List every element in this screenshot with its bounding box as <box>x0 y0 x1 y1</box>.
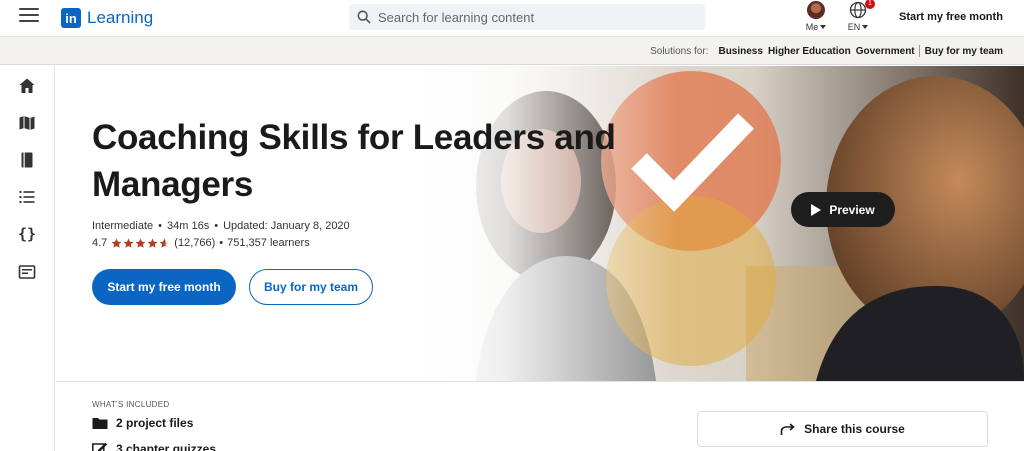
start-free-month-button[interactable]: Start my free month <box>92 269 236 305</box>
certificate-icon[interactable] <box>17 262 37 282</box>
list-icon[interactable] <box>17 187 37 207</box>
folder-icon <box>92 418 108 429</box>
rating-count: (12,766) <box>174 237 216 249</box>
course-title: Coaching Skills for Leaders and Managers <box>92 118 616 204</box>
preview-label: Preview <box>829 202 875 217</box>
left-sidebar: {} <box>0 66 55 451</box>
me-menu[interactable]: Me <box>803 1 829 32</box>
star-icon <box>111 238 122 248</box>
course-level: Intermediate <box>92 220 154 232</box>
solutions-business-link[interactable]: Business <box>718 46 762 57</box>
included-item-label: 3 chapter quizzes <box>116 442 217 451</box>
solutions-government-link[interactable]: Government <box>856 46 915 57</box>
preview-button[interactable]: Preview <box>791 192 895 227</box>
chevron-down-icon <box>820 25 827 29</box>
language-menu[interactable]: 1 EN <box>843 0 875 32</box>
share-label: Share this course <box>804 422 905 436</box>
course-updated-date: Updated: January 8, 2020 <box>223 220 350 232</box>
course-hero: Coaching Skills for Leaders and Managers… <box>56 66 1024 381</box>
top-navigation-bar: in Learning Me 1 EN Start my free month <box>0 0 1024 37</box>
rating-value: 4.7 <box>92 237 108 249</box>
play-icon <box>811 203 822 216</box>
solutions-higher-education-link[interactable]: Higher Education <box>768 46 851 57</box>
learner-count: 751,357 learners <box>227 237 310 249</box>
buy-for-team-link[interactable]: Buy for my team <box>925 46 1003 57</box>
map-icon[interactable] <box>17 113 37 133</box>
start-free-month-link[interactable]: Start my free month <box>899 11 1003 23</box>
code-braces-icon[interactable]: {} <box>17 224 37 244</box>
chevron-down-icon <box>862 25 869 29</box>
share-course-button[interactable]: Share this course <box>697 411 988 447</box>
course-meta: Intermediate • 34m 16s • Updated: Januar… <box>92 220 350 232</box>
solutions-bar: Solutions for: Business Higher Education… <box>0 37 1024 65</box>
star-half-icon <box>159 238 170 248</box>
meta-separator: • <box>219 237 224 249</box>
included-item: 2 project files <box>92 416 193 430</box>
book-icon[interactable] <box>17 150 37 170</box>
edit-icon <box>92 442 108 451</box>
meta-separator: • <box>158 220 163 232</box>
share-arrow-icon <box>780 423 795 435</box>
svg-text:{}: {} <box>18 225 36 243</box>
section-heading: WHAT'S INCLUDED <box>92 400 170 409</box>
included-item: 3 chapter quizzes <box>92 442 216 451</box>
included-item-label: 2 project files <box>116 416 194 430</box>
hamburger-menu-icon[interactable] <box>19 8 39 24</box>
home-icon[interactable] <box>17 76 37 96</box>
buy-for-team-button[interactable]: Buy for my team <box>249 269 373 305</box>
linkedin-learning-logo[interactable]: in Learning <box>61 7 153 29</box>
search-input[interactable] <box>378 9 678 25</box>
course-duration: 34m 16s <box>167 220 210 232</box>
brand-name: Learning <box>87 8 154 27</box>
avatar <box>807 1 825 19</box>
divider <box>918 45 920 57</box>
course-rating-row: 4.7 (12,766) • 751,357 learners <box>92 237 310 249</box>
star-icon <box>123 238 134 248</box>
search-bar[interactable] <box>349 4 705 30</box>
linkedin-logo-badge: in <box>61 8 81 28</box>
star-icon <box>147 238 158 248</box>
whats-included-section: WHAT'S INCLUDED 2 project files 3 chapte… <box>56 381 1024 451</box>
star-icon <box>135 238 146 248</box>
search-icon <box>357 10 371 24</box>
notification-badge: 1 <box>865 0 875 9</box>
solutions-label: Solutions for: <box>650 45 709 57</box>
language-label: EN <box>847 22 861 32</box>
meta-separator: • <box>214 220 219 232</box>
me-label: Me <box>805 22 819 32</box>
star-rating <box>111 238 170 249</box>
